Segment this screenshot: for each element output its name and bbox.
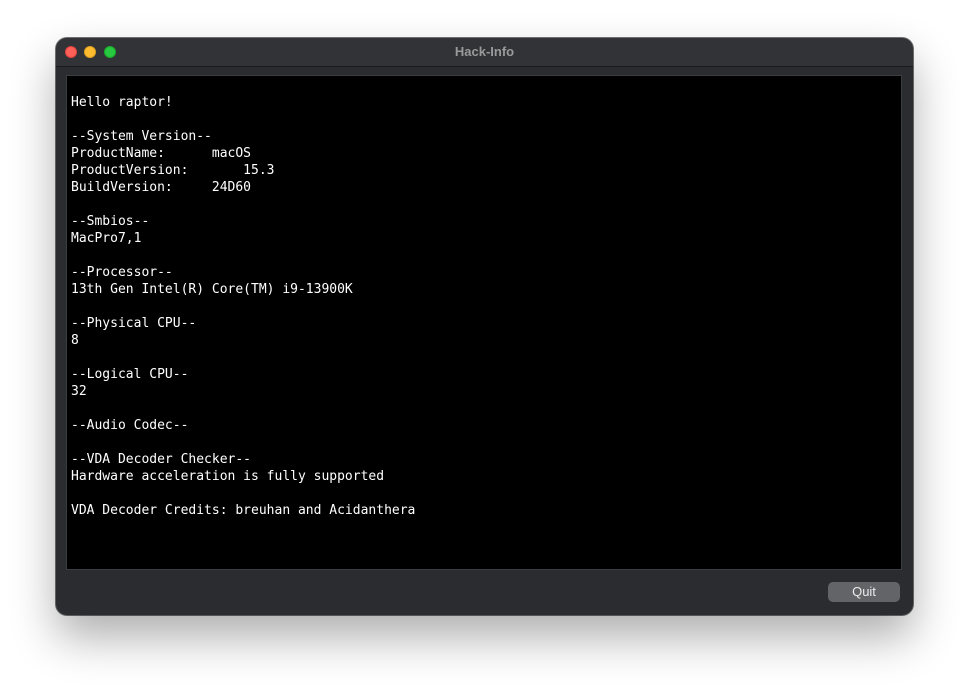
window-title: Hack-Info xyxy=(454,44,515,59)
info-output-area[interactable]: Hello raptor! --System Version-- Product… xyxy=(66,75,902,570)
quit-button[interactable]: Quit xyxy=(828,582,900,602)
title-bar[interactable]: Hack-Info xyxy=(56,38,913,67)
app-window: Hack-Info Hello raptor! --System Version… xyxy=(56,38,913,615)
info-output-text: Hello raptor! --System Version-- Product… xyxy=(71,95,416,518)
